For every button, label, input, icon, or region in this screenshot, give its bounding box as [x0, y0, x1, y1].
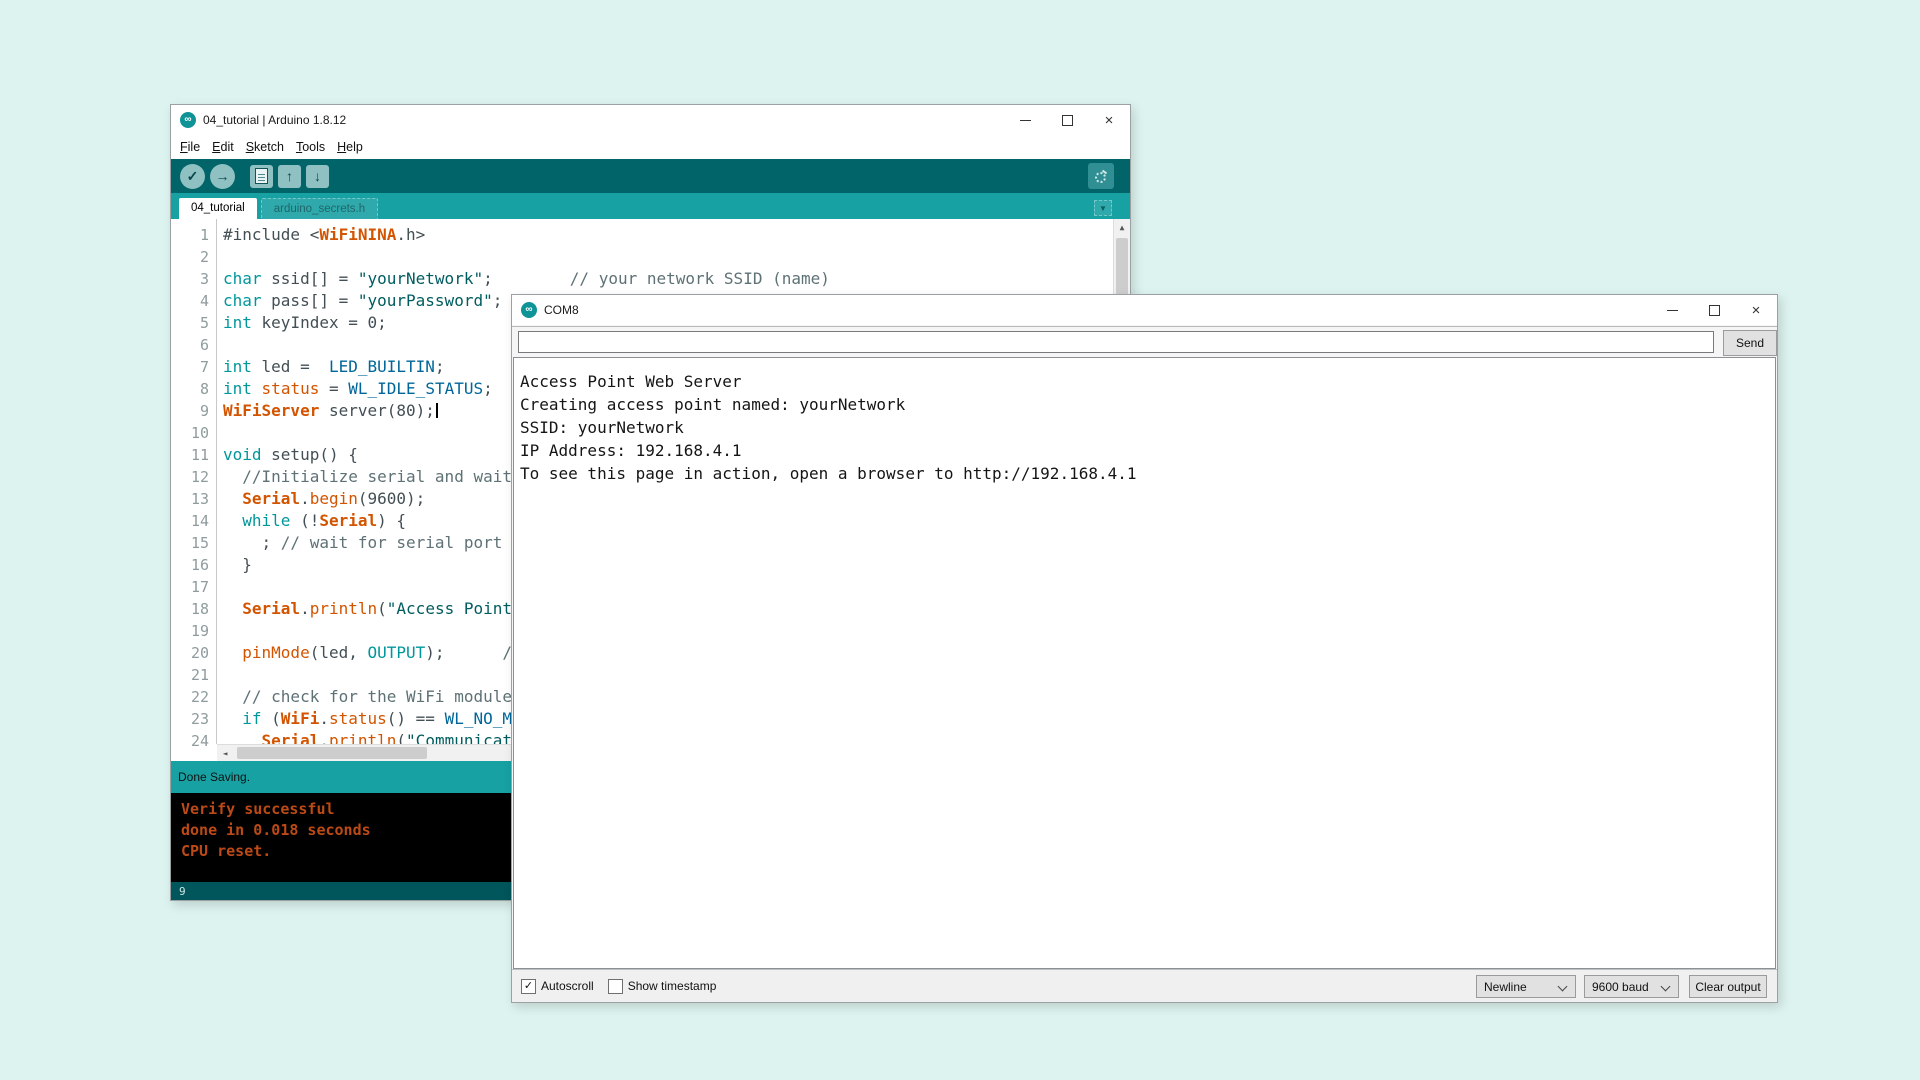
clear-output-button[interactable]: Clear output	[1689, 975, 1767, 998]
menu-edit[interactable]: Edit	[206, 138, 240, 156]
serial-monitor-window: ∞ COM8 × Send Access Point Web ServerCre…	[511, 294, 1778, 1003]
chevron-down-icon: ▼	[1099, 204, 1107, 213]
serial-output-area[interactable]: Access Point Web ServerCreating access p…	[513, 357, 1776, 969]
menu-tools[interactable]: Tools	[290, 138, 331, 156]
new-sketch-button[interactable]	[250, 165, 273, 188]
menu-bar: FileEditSketchToolsHelp	[171, 135, 1130, 159]
menu-help[interactable]: Help	[331, 138, 369, 156]
serial-output-line: Creating access point named: yourNetwork	[520, 393, 1769, 416]
chevron-down-icon	[1558, 982, 1568, 992]
menu-file[interactable]: File	[174, 138, 206, 156]
tab-strip: 04_tutorialarduino_secrets.h ▼	[171, 193, 1130, 219]
tab-04_tutorial[interactable]: 04_tutorial	[179, 198, 257, 219]
baud-rate-select[interactable]: 9600 baud	[1584, 975, 1679, 998]
chevron-down-icon	[1661, 982, 1671, 992]
autoscroll-checkbox[interactable]: ✓	[521, 979, 536, 994]
serial-monitor-button[interactable]	[1088, 163, 1114, 189]
ide-minimize-button[interactable]	[1004, 105, 1046, 135]
tab-arduino_secrets.h[interactable]: arduino_secrets.h	[261, 198, 378, 219]
scroll-left-icon[interactable]: ◄	[217, 745, 233, 761]
current-line-indicator: 9	[179, 885, 186, 898]
upload-icon: →	[216, 168, 230, 184]
close-icon: ×	[1105, 113, 1114, 128]
serial-message-input[interactable]	[518, 331, 1714, 353]
serial-bottom-bar: ✓ Autoscroll Show timestamp Newline 9600…	[512, 969, 1777, 1002]
serial-minimize-button[interactable]	[1651, 295, 1693, 325]
arduino-logo-icon: ∞	[521, 302, 537, 318]
open-icon: ↑	[286, 168, 293, 184]
serial-window-title: COM8	[544, 303, 579, 317]
minimize-icon	[1667, 310, 1678, 311]
desktop: { "page": {"background": "#DDF3EF"}, "ar…	[0, 0, 1920, 1080]
verify-button[interactable]: ✓	[180, 164, 205, 189]
code-line: char ssid[] = "yourNetwork"; // your net…	[223, 268, 1113, 290]
serial-title-bar[interactable]: ∞ COM8 ×	[512, 295, 1777, 325]
maximize-icon	[1709, 305, 1720, 316]
close-icon: ×	[1752, 303, 1761, 318]
serial-output-line: SSID: yourNetwork	[520, 416, 1769, 439]
maximize-icon	[1062, 115, 1073, 126]
save-button[interactable]: ↓	[306, 165, 329, 188]
show-timestamp-label: Show timestamp	[628, 979, 717, 993]
serial-output-line: To see this page in action, open a brows…	[520, 462, 1769, 485]
serial-maximize-button[interactable]	[1693, 295, 1735, 325]
line-ending-select[interactable]: Newline	[1476, 975, 1576, 998]
ide-maximize-button[interactable]	[1046, 105, 1088, 135]
new-sketch-icon	[255, 168, 268, 184]
serial-output-line: IP Address: 192.168.4.1	[520, 439, 1769, 462]
toolbar: ✓ → ↑ ↓	[171, 159, 1130, 193]
autoscroll-label: Autoscroll	[541, 979, 594, 993]
text-caret	[436, 403, 438, 418]
code-line: #include <WiFiNINA.h>	[223, 224, 1113, 246]
serial-close-button[interactable]: ×	[1735, 295, 1777, 325]
tab-menu-button[interactable]: ▼	[1094, 200, 1112, 216]
scroll-up-icon[interactable]: ▲	[1114, 219, 1130, 235]
minimize-icon	[1020, 120, 1031, 121]
show-timestamp-checkbox[interactable]	[608, 979, 623, 994]
serial-output-line: Access Point Web Server	[520, 370, 1769, 393]
serial-content: Send Access Point Web ServerCreating acc…	[512, 326, 1777, 1002]
menu-sketch[interactable]: Sketch	[240, 138, 290, 156]
ide-close-button[interactable]: ×	[1088, 105, 1130, 135]
status-text: Done Saving.	[178, 770, 250, 784]
code-line	[223, 246, 1113, 268]
open-button[interactable]: ↑	[278, 165, 301, 188]
line-number-gutter: 123456789101112131415161718192021222324	[171, 219, 217, 744]
ide-title-bar[interactable]: ∞ 04_tutorial | Arduino 1.8.12 ×	[171, 105, 1130, 135]
arduino-logo-icon: ∞	[180, 112, 196, 128]
horizontal-scrollbar-thumb[interactable]	[237, 747, 427, 759]
send-button[interactable]: Send	[1723, 330, 1777, 356]
verify-icon: ✓	[187, 168, 199, 185]
ide-window-title: 04_tutorial | Arduino 1.8.12	[203, 113, 346, 127]
upload-button[interactable]: →	[210, 164, 235, 189]
save-icon: ↓	[314, 168, 321, 184]
serial-monitor-icon	[1095, 170, 1107, 182]
